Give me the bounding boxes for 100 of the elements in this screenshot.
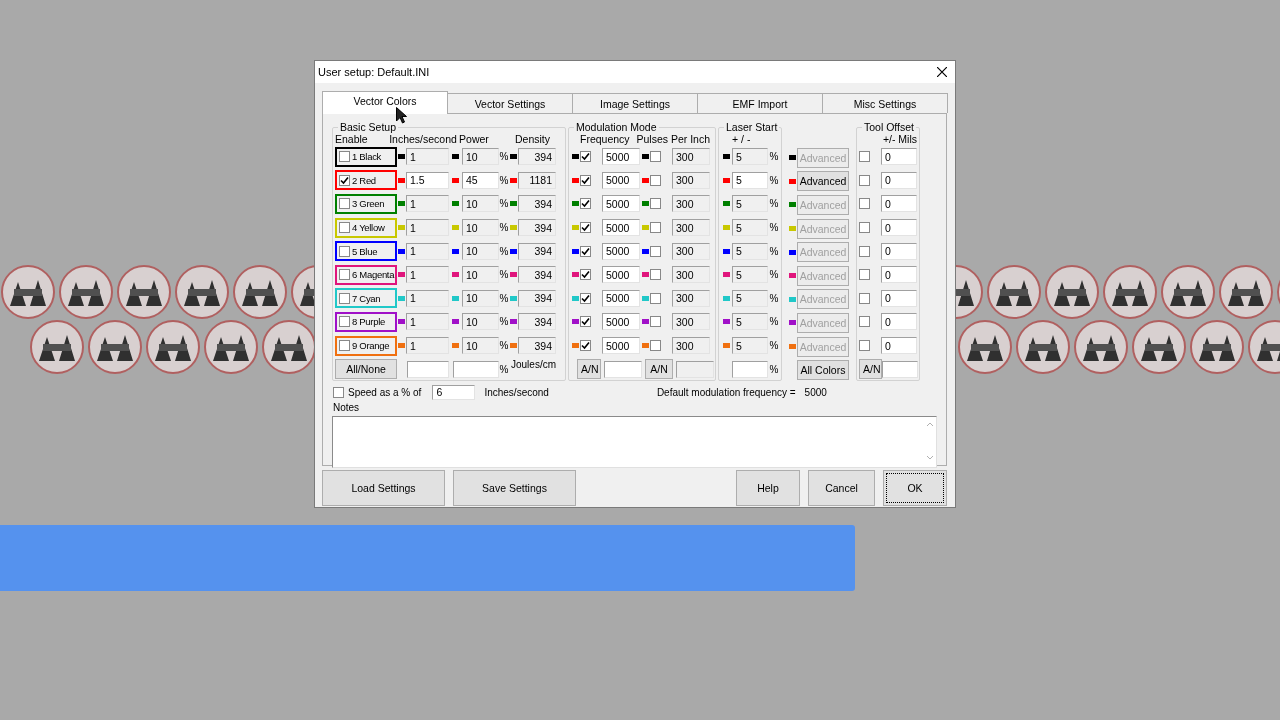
notes-field[interactable]: [332, 416, 937, 468]
laser-start-field[interactable]: [732, 360, 768, 378]
ppi-field[interactable]: 300: [672, 171, 710, 189]
speed-field[interactable]: 1: [406, 289, 449, 307]
frequency-checkbox[interactable]: [580, 340, 591, 352]
close-icon[interactable]: [937, 67, 947, 77]
speed-field[interactable]: 1: [406, 148, 449, 166]
offset-checkbox[interactable]: [859, 292, 870, 304]
frequency-field[interactable]: 5000: [602, 242, 640, 260]
laser-start-field[interactable]: 5: [732, 337, 768, 355]
offset-field[interactable]: 0: [881, 337, 917, 355]
ppi-checkbox[interactable]: [650, 222, 661, 234]
offset-field[interactable]: 0: [881, 219, 917, 237]
dialog-button[interactable]: Load Settings: [322, 470, 445, 506]
power-field[interactable]: [453, 360, 499, 378]
offset-checkbox[interactable]: [859, 151, 870, 163]
offset-field[interactable]: 0: [881, 313, 917, 331]
frequency-checkbox[interactable]: [580, 174, 591, 186]
frequency-field[interactable]: 5000: [602, 195, 640, 213]
all-none-button[interactable]: All/None: [335, 359, 397, 380]
toggle-all-button[interactable]: A/N: [577, 359, 601, 380]
speed-field[interactable]: 1: [406, 242, 449, 260]
pen-enable-checkbox[interactable]: 8 Purple: [335, 311, 397, 332]
pen-enable-checkbox[interactable]: 5 Blue: [335, 241, 397, 262]
ppi-field[interactable]: 300: [672, 313, 710, 331]
laser-start-field[interactable]: 5: [732, 289, 768, 307]
ppi-checkbox[interactable]: [650, 292, 661, 304]
ppi-checkbox[interactable]: [650, 245, 661, 257]
frequency-checkbox[interactable]: [580, 151, 591, 163]
power-field[interactable]: 10: [462, 337, 499, 355]
power-field[interactable]: 10: [462, 242, 499, 260]
offset-field[interactable]: 0: [881, 148, 917, 166]
toggle-all-button[interactable]: A/N: [859, 359, 882, 380]
power-field[interactable]: 10: [462, 289, 499, 307]
ppi-checkbox[interactable]: [650, 316, 661, 328]
speed-base-field[interactable]: 6: [432, 384, 476, 400]
scrollbar-arrows-icon[interactable]: [926, 421, 934, 461]
frequency-field[interactable]: 5000: [602, 337, 640, 355]
ppi-field[interactable]: 300: [672, 219, 710, 237]
ppi-checkbox[interactable]: [650, 151, 661, 163]
frequency-checkbox[interactable]: [580, 198, 591, 210]
offset-field[interactable]: [882, 360, 918, 378]
frequency-field[interactable]: [604, 360, 642, 378]
advanced-button[interactable]: Advanced: [797, 171, 849, 192]
speed-field[interactable]: [407, 360, 449, 378]
frequency-field[interactable]: 5000: [602, 148, 640, 166]
tab[interactable]: EMF Import: [697, 93, 823, 113]
ppi-checkbox[interactable]: [650, 174, 661, 186]
power-field[interactable]: 10: [462, 219, 499, 237]
ppi-field[interactable]: 300: [672, 242, 710, 260]
power-field[interactable]: 10: [462, 195, 499, 213]
power-field[interactable]: 10: [462, 148, 499, 166]
pen-enable-checkbox[interactable]: 3 Green: [335, 194, 397, 214]
frequency-field[interactable]: 5000: [602, 171, 640, 189]
tab[interactable]: Vector Colors: [322, 91, 448, 114]
offset-checkbox[interactable]: [859, 198, 870, 210]
tab[interactable]: Image Settings: [572, 93, 698, 113]
pen-enable-checkbox[interactable]: 4 Yellow: [335, 217, 397, 238]
offset-checkbox[interactable]: [859, 174, 870, 186]
frequency-field[interactable]: 5000: [602, 313, 640, 331]
frequency-field[interactable]: 5000: [602, 219, 640, 237]
dialog-button[interactable]: Help: [736, 470, 800, 506]
all-colors-button[interactable]: All Colors: [797, 360, 849, 381]
ppi-checkbox[interactable]: [650, 198, 661, 210]
laser-start-field[interactable]: 5: [732, 242, 768, 260]
laser-start-field[interactable]: 5: [732, 219, 768, 237]
pen-enable-checkbox[interactable]: 1 Black: [335, 146, 397, 167]
pen-enable-checkbox[interactable]: 9 Orange: [335, 335, 397, 356]
frequency-checkbox[interactable]: [580, 269, 591, 281]
offset-field[interactable]: 0: [881, 242, 917, 260]
ppi-checkbox[interactable]: [650, 269, 661, 281]
laser-start-field[interactable]: 5: [732, 313, 768, 331]
ppi-field[interactable]: 300: [672, 266, 710, 284]
offset-checkbox[interactable]: [859, 222, 870, 234]
ppi-field[interactable]: 300: [672, 289, 710, 307]
laser-start-field[interactable]: 5: [732, 148, 768, 166]
frequency-checkbox[interactable]: [580, 316, 591, 328]
laser-start-field[interactable]: 5: [732, 171, 768, 189]
speed-field[interactable]: 1: [406, 266, 449, 284]
frequency-checkbox[interactable]: [580, 222, 591, 234]
power-field[interactable]: 45: [462, 171, 499, 189]
ppi-field[interactable]: 300: [672, 195, 710, 213]
frequency-field[interactable]: 5000: [602, 289, 640, 307]
speed-field[interactable]: 1: [406, 337, 449, 355]
offset-field[interactable]: 0: [881, 195, 917, 213]
offset-checkbox[interactable]: [859, 269, 870, 281]
pen-enable-checkbox[interactable]: 7 Cyan: [335, 288, 397, 309]
speed-field[interactable]: 1: [406, 313, 449, 331]
speed-field[interactable]: 1: [406, 195, 449, 213]
offset-checkbox[interactable]: [859, 245, 870, 257]
tab[interactable]: Vector Settings: [447, 93, 573, 113]
laser-start-field[interactable]: 5: [732, 195, 768, 213]
ppi-checkbox[interactable]: [650, 340, 661, 352]
pen-enable-checkbox[interactable]: 6 Magenta: [335, 264, 397, 285]
ppi-field[interactable]: 300: [672, 148, 710, 166]
pen-enable-checkbox[interactable]: 2 Red: [335, 170, 397, 191]
tab[interactable]: Misc Settings: [822, 93, 948, 113]
ppi-field[interactable]: 300: [672, 337, 710, 355]
offset-field[interactable]: 0: [881, 171, 917, 189]
offset-field[interactable]: 0: [881, 289, 917, 307]
